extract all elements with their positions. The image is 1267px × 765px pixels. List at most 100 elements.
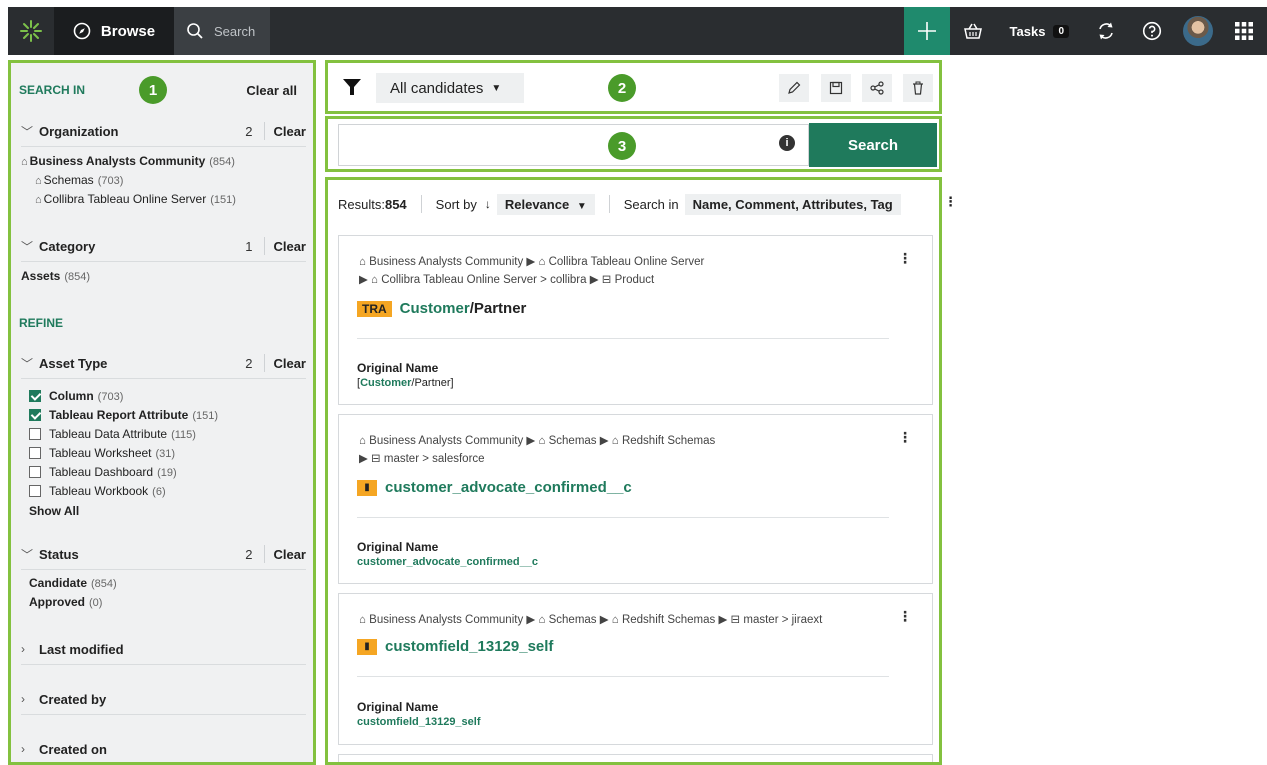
- search-button[interactable]: Search: [809, 123, 937, 167]
- facet-status-header[interactable]: ﹀ Status 2 Clear: [21, 543, 306, 565]
- show-all-link[interactable]: Show All: [29, 504, 79, 518]
- results-toolbar: Results: 854 Sort by ↓ Relevance ▼ Searc…: [338, 192, 901, 216]
- category-item[interactable]: Assets (854): [21, 269, 90, 283]
- basket-button[interactable]: [950, 7, 996, 55]
- results-count: 854: [384, 196, 407, 212]
- community-icon: ⌂: [359, 256, 366, 268]
- asset-title[interactable]: ▮ customer_advocate_confirmed__c: [357, 479, 632, 496]
- chevron-down-icon: ﹀: [21, 124, 34, 139]
- caret-down-icon: ▼: [491, 82, 502, 94]
- activity-button[interactable]: [1083, 7, 1129, 55]
- app-launcher-button[interactable]: [1221, 7, 1267, 55]
- facet-status-clear[interactable]: Clear: [273, 547, 306, 562]
- org-item[interactable]: ⌂ Schemas (703): [35, 173, 123, 187]
- tasks-button[interactable]: Tasks 0: [996, 7, 1083, 55]
- view-select[interactable]: All candidates ▼: [376, 73, 524, 103]
- collibra-logo-icon[interactable]: [8, 7, 54, 55]
- facet-organization-clear[interactable]: Clear: [273, 124, 306, 139]
- chevron-down-icon: ﹀: [21, 356, 34, 371]
- facet-created-on-header[interactable]: › Created on: [21, 738, 306, 760]
- community-icon: ⌂: [538, 256, 546, 268]
- filter-icon[interactable]: [342, 77, 362, 97]
- attribute-label: Original Name: [357, 700, 439, 714]
- org-item[interactable]: ⌂ Business Analysts Community (854): [21, 154, 235, 168]
- share-view-button[interactable]: [862, 74, 892, 102]
- edit-view-button[interactable]: [779, 74, 809, 102]
- asset-type-checkbox[interactable]: Tableau Report Attribute (151): [29, 408, 218, 422]
- create-button[interactable]: [903, 7, 950, 55]
- asset-type-checkbox[interactable]: Tableau Workbook (6): [29, 484, 166, 498]
- sort-select[interactable]: Relevance ▼: [496, 193, 595, 215]
- pencil-icon: [788, 81, 801, 94]
- help-button[interactable]: [1129, 7, 1175, 55]
- clear-all-button[interactable]: Clear all: [246, 83, 297, 98]
- checkbox[interactable]: [29, 428, 41, 440]
- sort-by-label: Sort by: [435, 196, 477, 212]
- asset-type-checkbox[interactable]: Tableau Data Attribute (115): [29, 427, 196, 441]
- asset-type-badge: TRA: [357, 300, 392, 317]
- facet-panel: SEARCH IN 1 Clear all ﹀ Organization 2 C…: [8, 60, 316, 765]
- more-options-icon[interactable]: ⋮: [898, 608, 912, 625]
- status-item[interactable]: Candidate (854): [29, 576, 117, 590]
- community-icon: ⌂: [538, 614, 546, 626]
- org-item[interactable]: ⌂ Collibra Tableau Online Server (151): [35, 192, 236, 206]
- avatar: [1183, 16, 1213, 46]
- asset-title[interactable]: ▮ customfield_13129_self: [357, 638, 553, 655]
- asset-type-checkbox[interactable]: Tableau Dashboard (19): [29, 465, 177, 479]
- more-options-icon[interactable]: ⋮: [898, 429, 912, 446]
- refresh-icon: [1099, 22, 1113, 40]
- checkbox[interactable]: [29, 485, 41, 497]
- community-icon: ⌂: [611, 614, 619, 626]
- caret-right-icon: ▶: [359, 274, 372, 286]
- breadcrumb: ⌂ Business Analysts Community ▶ ⌂ Collib…: [359, 256, 705, 268]
- info-icon[interactable]: i: [779, 135, 795, 151]
- more-options-icon[interactable]: ⋮: [898, 250, 912, 267]
- sort-direction-icon[interactable]: ↓: [485, 197, 491, 211]
- facet-created-by-header[interactable]: › Created by: [21, 688, 306, 710]
- search-input[interactable]: [338, 124, 809, 166]
- breadcrumb: ▶ ⊟ master > salesforce: [359, 453, 485, 465]
- share-icon: [870, 81, 884, 95]
- checkbox[interactable]: [29, 447, 41, 459]
- community-icon: ⌂: [35, 175, 42, 187]
- facet-asset-type-clear[interactable]: Clear: [273, 356, 306, 371]
- more-search-options-icon[interactable]: ⋮: [944, 194, 957, 210]
- asset-type-checkbox[interactable]: Tableau Worksheet (31): [29, 446, 175, 460]
- top-nav: Browse Search Tasks 0: [8, 7, 1267, 55]
- save-view-button[interactable]: [821, 74, 851, 102]
- result-card[interactable]: ⌂ Business Analysts Community ▶ ⌂ Collib…: [338, 235, 933, 405]
- attribute-value: customer_advocate_confirmed__c: [357, 556, 538, 568]
- community-icon: ⌂: [371, 274, 378, 286]
- chevron-right-icon: ›: [21, 642, 25, 656]
- results-panel: Results: 854 Sort by ↓ Relevance ▼ Searc…: [325, 177, 942, 765]
- status-item[interactable]: Approved (0): [29, 595, 102, 609]
- basket-icon: [963, 23, 982, 39]
- delete-view-button[interactable]: [903, 74, 933, 102]
- user-menu-button[interactable]: [1175, 7, 1221, 55]
- result-card[interactable]: ⌂ Business Analysts Community ▶ ⌂ Schema…: [338, 593, 933, 745]
- result-card[interactable]: ⌂ Business Analysts Community ▶ ⌂ Schema…: [338, 414, 933, 584]
- facet-category-header[interactable]: ﹀ Category 1 Clear: [21, 235, 306, 257]
- browse-button[interactable]: Browse: [54, 7, 174, 55]
- facet-asset-type-header[interactable]: ﹀ Asset Type 2 Clear: [21, 352, 306, 374]
- results-label: Results:: [338, 196, 385, 212]
- attribute-value: [Customer/Partner]: [357, 377, 454, 389]
- facet-organization-count: 2: [245, 123, 253, 139]
- checkbox-checked[interactable]: [29, 390, 41, 402]
- asset-type-checkbox[interactable]: Column (703): [29, 389, 123, 403]
- facet-organization-label: Organization: [39, 123, 119, 139]
- facet-last-modified-header[interactable]: › Last modified: [21, 638, 306, 660]
- refine-title: REFINE: [19, 316, 64, 330]
- checkbox[interactable]: [29, 466, 41, 478]
- checkbox-checked[interactable]: [29, 409, 41, 421]
- facet-organization-header[interactable]: ﹀ Organization 2 Clear: [21, 120, 306, 142]
- search-in-select[interactable]: Name, Comment, Attributes, Tag: [684, 193, 901, 215]
- breadcrumb: ▶ ⌂ Collibra Tableau Online Server > col…: [359, 274, 655, 286]
- facet-category-clear[interactable]: Clear: [273, 239, 306, 254]
- chevron-down-icon: ﹀: [21, 547, 34, 562]
- grid-icon: [1235, 22, 1253, 40]
- result-card[interactable]: [338, 754, 933, 762]
- tasks-count-badge: 0: [1053, 24, 1069, 38]
- asset-title[interactable]: TRA Customer/Partner: [357, 300, 526, 317]
- global-search[interactable]: Search: [174, 7, 270, 55]
